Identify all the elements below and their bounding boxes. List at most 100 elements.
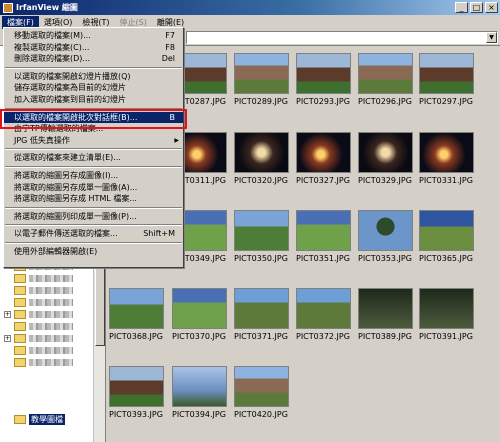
thumbnail-item[interactable]: PICT0329.JPG — [358, 132, 413, 185]
thumbnail-item[interactable]: PICT0370.JPG — [172, 288, 227, 341]
menu-separator — [5, 148, 182, 151]
thumbnail-item[interactable]: PICT0365.JPG — [419, 210, 474, 263]
path-dropdown-button[interactable]: ▼ — [486, 32, 497, 43]
thumbnail-image[interactable] — [419, 288, 474, 329]
thumbnail-item[interactable]: PICT0350.JPG — [234, 210, 289, 263]
thumbnail-item[interactable]: PICT0296.JPG — [358, 53, 413, 106]
file-menu-item[interactable]: 從選取的檔案來建立清單(E)... — [4, 152, 183, 164]
menu-item-label: 將選取的縮圖另存成圖像(I)... — [14, 170, 119, 180]
menu-separator — [5, 165, 182, 168]
thumbnail-item[interactable]: PICT0327.JPG — [296, 132, 351, 185]
menu-item-label: 將選取的縮圖列印成單一圖像(P)... — [14, 211, 137, 221]
thumbnail-image[interactable] — [109, 288, 164, 329]
tree-folder-row[interactable] — [14, 273, 73, 284]
thumbnail-item[interactable]: PICT0420.JPG — [234, 366, 289, 419]
menu-separator — [5, 206, 182, 209]
menu-item-shortcut: F7 — [165, 31, 175, 40]
thumbnail-image[interactable] — [234, 53, 289, 94]
file-menu-item[interactable]: 儲存選取的檔案為目前的幻燈片 — [4, 82, 183, 94]
thumbnail-image[interactable] — [234, 132, 289, 173]
thumbnail-item[interactable]: PICT0293.JPG — [296, 53, 351, 106]
title-bar: IrfanView 縮圖 _ □ × — [0, 0, 500, 15]
tree-scroll-thumb[interactable] — [95, 266, 105, 346]
redacted-folder-name — [29, 359, 73, 366]
tree-folder-row[interactable]: + — [4, 333, 73, 344]
thumbnail-image[interactable] — [358, 288, 413, 329]
thumbnail-image[interactable] — [296, 53, 351, 94]
tree-folder-row[interactable]: + — [4, 309, 73, 320]
file-menu-item[interactable]: 以電子郵件傳送選取的檔案... Shift+M — [4, 228, 183, 240]
menu-item-label: 以電子郵件傳送選取的檔案... — [14, 229, 118, 239]
menu-item-shortcut: Del — [161, 54, 175, 64]
thumbnail-image[interactable] — [234, 210, 289, 251]
thumbnail-item[interactable]: PICT0389.JPG — [358, 288, 413, 341]
thumbnail-item[interactable]: PICT0297.JPG — [419, 53, 474, 106]
thumbnail-image[interactable] — [296, 288, 351, 329]
thumbnail-image[interactable] — [419, 53, 474, 94]
thumbnail-item[interactable]: PICT0372.JPG — [296, 288, 351, 341]
thumbnail-image[interactable] — [234, 366, 289, 407]
expand-icon[interactable]: + — [4, 335, 11, 342]
thumbnail-image[interactable] — [109, 366, 164, 407]
menu-item-label: 加入選取的檔案到目前的幻燈片 — [14, 94, 126, 104]
thumbnail-image[interactable] — [172, 366, 227, 407]
tree-folder-row[interactable] — [14, 297, 73, 308]
tree-folder-row[interactable] — [14, 285, 73, 296]
thumbnail-image[interactable] — [296, 132, 351, 173]
thumbnail-image[interactable] — [358, 53, 413, 94]
thumbnail-image[interactable] — [419, 132, 474, 173]
thumbnail-item[interactable]: PICT0351.JPG — [296, 210, 351, 263]
file-menu-item[interactable]: 將選取的縮圖另存成 HTML 檔案... — [4, 193, 183, 205]
thumbnail-filename: PICT0368.JPG — [109, 332, 163, 341]
redacted-folder-name — [29, 299, 73, 306]
thumbnail-image[interactable] — [172, 288, 227, 329]
thumbnail-image[interactable] — [358, 132, 413, 173]
thumbnail-image[interactable] — [234, 288, 289, 329]
file-menu-item[interactable]: 移動選取的檔案(M)... F7 — [4, 30, 183, 42]
thumbnail-item[interactable]: PICT0391.JPG — [419, 288, 474, 341]
file-menu-dropdown: 移動選取的檔案(M)... F7 複製選取的檔案(C)... F8 刪除選取的檔案(D)… — [3, 27, 184, 268]
expand-icon[interactable]: + — [4, 311, 11, 318]
minimize-button[interactable]: _ — [455, 2, 468, 13]
file-menu-item[interactable]: 將選取的縮圖另存成單一圖像(A)... — [4, 182, 183, 194]
thumbnail-filename: PICT0391.JPG — [419, 332, 473, 341]
menu-item-label: JPG 低失真操作 — [14, 135, 70, 145]
file-menu-item[interactable]: 將選取的縮圖另存成圖像(I)... — [4, 170, 183, 182]
thumbnail-image[interactable] — [358, 210, 413, 251]
file-menu-item[interactable]: 加入選取的檔案到目前的幻燈片 — [4, 94, 183, 106]
file-menu-item[interactable]: 刪除選取的檔案(D)... Del — [4, 53, 183, 65]
thumbnail-filename: PICT0389.JPG — [358, 332, 412, 341]
file-menu-item[interactable]: 使用外部編輯器開啟(E) — [4, 246, 183, 258]
thumbnail-item[interactable]: PICT0331.JPG — [419, 132, 474, 185]
file-menu-item[interactable]: 將選取的縮圖列印成單一圖像(P)... — [4, 211, 183, 223]
close-button[interactable]: × — [485, 2, 498, 13]
thumbnail-item[interactable]: PICT0368.JPG — [109, 288, 164, 341]
menu-item-label: 儲存選取的檔案為目前的幻燈片 — [14, 83, 126, 93]
file-menu-item[interactable]: 複製選取的檔案(C)... F8 — [4, 42, 183, 54]
thumbnail-item[interactable]: PICT0289.JPG — [234, 53, 289, 106]
tree-folder-row-selected[interactable]: 教學圖檔 — [14, 414, 65, 425]
window-controls: _ □ × — [455, 2, 498, 13]
redacted-folder-name — [29, 275, 73, 282]
tree-folder-row[interactable] — [14, 357, 73, 368]
folder-icon — [14, 322, 26, 331]
tree-folder-row[interactable] — [14, 345, 73, 356]
file-menu-item[interactable]: JPG 低失真操作 ▶ — [4, 135, 183, 147]
tree-folder-row[interactable] — [14, 321, 73, 332]
thumbnail-image[interactable] — [296, 210, 351, 251]
thumbnail-filename: PICT0297.JPG — [419, 97, 473, 106]
menu-item-shortcut: F8 — [165, 42, 175, 52]
folder-open-icon — [14, 415, 26, 424]
thumbnail-item[interactable]: PICT0320.JPG — [234, 132, 289, 185]
thumbnail-filename: PICT0351.JPG — [296, 254, 350, 263]
maximize-button[interactable]: □ — [470, 2, 483, 13]
thumbnail-item[interactable]: PICT0371.JPG — [234, 288, 289, 341]
thumbnail-image[interactable] — [419, 210, 474, 251]
menu-item-label: 從選取的檔案來建立清單(E)... — [14, 153, 121, 163]
file-menu-item[interactable]: 以選取的檔案開啟幻燈片播放(Q) — [4, 71, 183, 83]
thumbnail-item[interactable]: PICT0353.JPG — [358, 210, 413, 263]
thumbnail-item[interactable]: PICT0394.JPG — [172, 366, 227, 419]
thumbnail-item[interactable]: PICT0393.JPG — [109, 366, 164, 419]
menu-item-label: 將選取的縮圖另存成單一圖像(A)... — [14, 182, 138, 192]
path-input[interactable]: ▼ — [186, 31, 498, 44]
